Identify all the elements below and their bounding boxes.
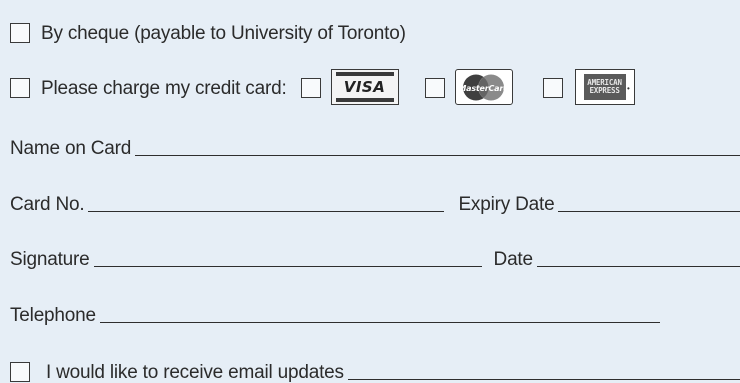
telephone-row: Telephone	[10, 300, 660, 326]
card-number-label: Card No.	[10, 194, 85, 215]
expiry-date-field[interactable]	[558, 211, 740, 212]
signature-field[interactable]	[93, 266, 482, 267]
name-on-card-row: Name on Card	[10, 133, 740, 159]
date-label: Date	[493, 249, 534, 270]
svg-text:MasterCard: MasterCard	[458, 84, 509, 93]
cheque-row: By cheque (payable to University of Toro…	[10, 18, 740, 44]
telephone-label: Telephone	[10, 305, 96, 326]
mastercard-checkbox[interactable]	[424, 78, 445, 98]
payment-form: By cheque (payable to University of Toro…	[0, 0, 740, 383]
mastercard-logo: MasterCard	[454, 69, 513, 105]
visa-logo: VISA	[330, 69, 399, 105]
cheque-checkbox[interactable]	[10, 23, 30, 43]
name-on-card-label: Name on Card	[10, 138, 132, 159]
email-updates-field[interactable]	[347, 379, 740, 380]
email-updates-checkbox[interactable]	[10, 362, 30, 382]
date-field[interactable]	[536, 266, 740, 267]
amex-logo: AMERICAN EXPRESS •	[574, 69, 635, 105]
credit-card-checkbox[interactable]	[10, 78, 30, 98]
telephone-field[interactable]	[99, 322, 660, 323]
visa-logo-text: VISA	[343, 78, 386, 96]
credit-card-row: Please charge my credit card: VISA Maste…	[10, 69, 740, 105]
signature-label: Signature	[10, 249, 90, 270]
amex-logo-mark: AMERICAN EXPRESS	[583, 74, 626, 100]
card-number-field[interactable]	[88, 211, 445, 212]
email-updates-label: I would like to receive email updates	[46, 362, 344, 383]
signature-row: Signature Date	[10, 244, 740, 270]
cheque-label: By cheque (payable to University of Toro…	[41, 23, 406, 44]
expiry-date-label: Expiry Date	[458, 194, 555, 215]
amex-checkbox[interactable]	[542, 78, 563, 98]
name-on-card-field[interactable]	[135, 155, 740, 156]
card-number-row: Card No. Expiry Date	[10, 189, 740, 215]
email-updates-row: I would like to receive email updates	[10, 357, 740, 383]
credit-card-label: Please charge my credit card:	[41, 78, 287, 99]
visa-checkbox[interactable]	[300, 78, 321, 98]
